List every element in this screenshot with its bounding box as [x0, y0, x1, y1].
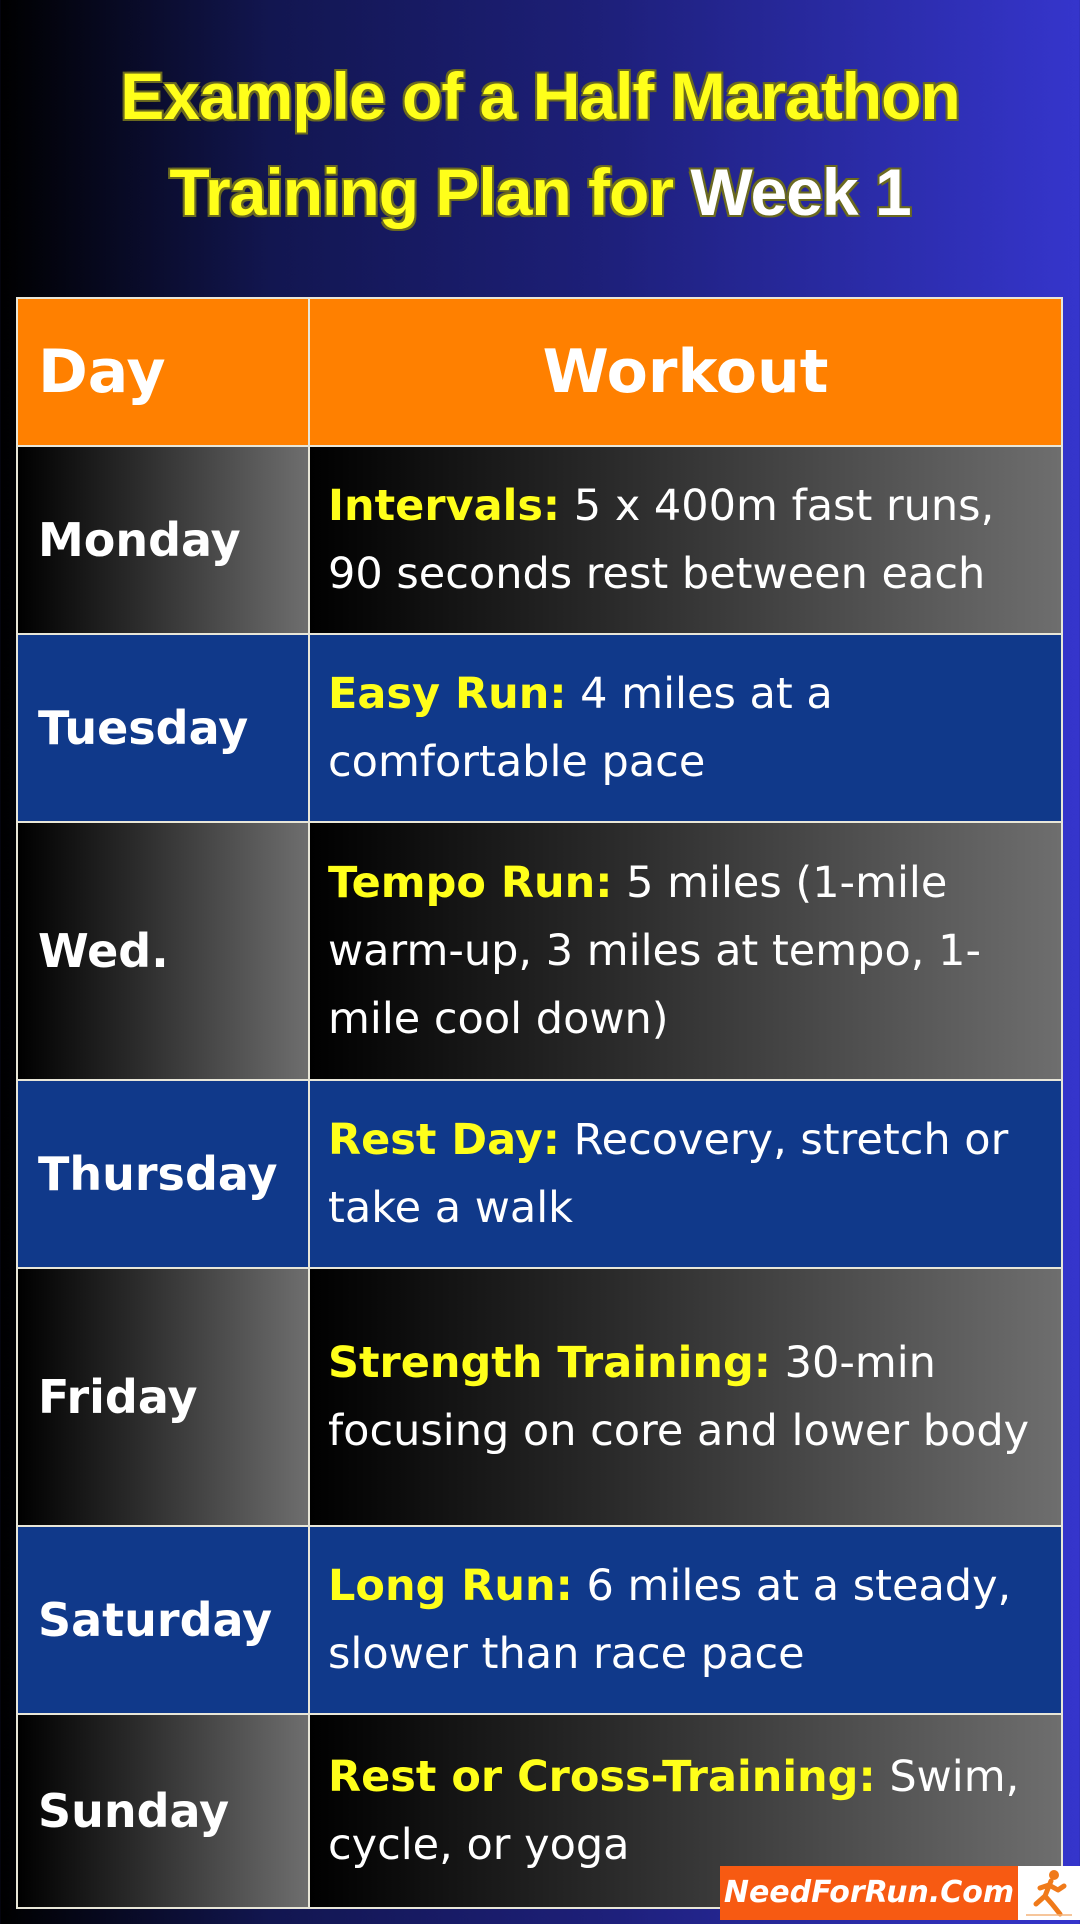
table-row: Saturday Long Run: 6 miles at a steady, … — [16, 1525, 1063, 1715]
header-day: Day — [16, 297, 310, 447]
title-line-2: Training Plan for Week 1 — [0, 144, 1080, 240]
day-cell: Tuesday — [16, 633, 310, 823]
title-line-1: Example of a Half Marathon — [120, 59, 961, 133]
table-row: Tuesday Easy Run: 4 miles at a comfortab… — [16, 633, 1063, 823]
day-cell: Thursday — [16, 1079, 310, 1269]
page-title: Example of a Half Marathon Training Plan… — [0, 48, 1080, 240]
table-row: Thursday Rest Day: Recovery, stretch or … — [16, 1079, 1063, 1269]
workout-label: Strength Training: — [328, 1338, 771, 1388]
day-cell: Monday — [16, 445, 310, 635]
workout-label: Intervals: — [328, 481, 561, 531]
table-row: Wed. Tempo Run: 5 miles (1-mile warm-up,… — [16, 821, 1063, 1081]
workout-label: Tempo Run: — [328, 858, 613, 908]
workout-cell: Rest Day: Recovery, stretch or take a wa… — [308, 1079, 1063, 1269]
header-workout: Workout — [308, 297, 1063, 447]
day-cell: Sunday — [16, 1713, 310, 1909]
workout-cell: Intervals: 5 x 400m fast runs, 90 second… — [308, 445, 1063, 635]
workout-label: Rest Day: — [328, 1115, 561, 1165]
training-plan-table: Day Workout Monday Intervals: 5 x 400m f… — [16, 297, 1063, 1909]
day-cell: Wed. — [16, 821, 310, 1081]
runner-icon — [1018, 1866, 1080, 1920]
brand-watermark: NeedForRun.Com — [720, 1866, 1018, 1920]
day-cell: Saturday — [16, 1525, 310, 1715]
workout-cell: Tempo Run: 5 miles (1-mile warm-up, 3 mi… — [308, 821, 1063, 1081]
day-cell: Friday — [16, 1267, 310, 1527]
table-header-row: Day Workout — [16, 297, 1063, 447]
title-line-2-part-1: Training Plan for — [169, 155, 691, 229]
table-row: Friday Strength Training: 30-min focusin… — [16, 1267, 1063, 1527]
workout-label: Easy Run: — [328, 669, 567, 719]
workout-cell: Long Run: 6 miles at a steady, slower th… — [308, 1525, 1063, 1715]
workout-cell: Easy Run: 4 miles at a comfortable pace — [308, 633, 1063, 823]
table-row: Monday Intervals: 5 x 400m fast runs, 90… — [16, 445, 1063, 635]
workout-label: Rest or Cross-Training: — [328, 1752, 876, 1802]
workout-cell: Strength Training: 30-min focusing on co… — [308, 1267, 1063, 1527]
title-week: Week 1 — [690, 155, 911, 229]
workout-label: Long Run: — [328, 1561, 573, 1611]
